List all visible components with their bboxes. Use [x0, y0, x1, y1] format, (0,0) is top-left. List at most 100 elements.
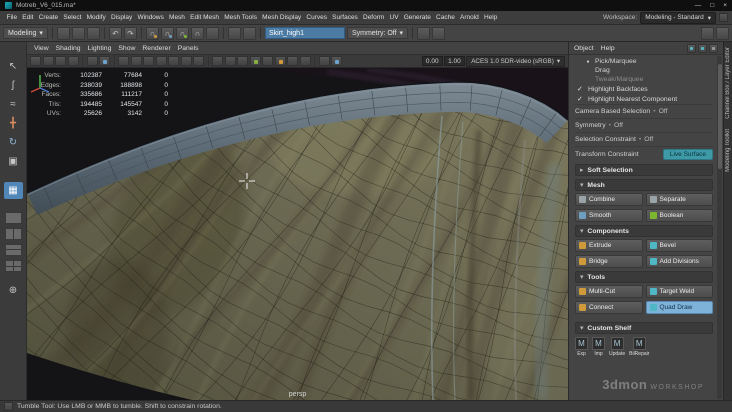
menu-windows[interactable]: Windows — [135, 14, 167, 21]
menu-file[interactable]: File — [4, 14, 20, 21]
menuset-dropdown[interactable]: Modeling ▾ — [3, 27, 48, 39]
live-surface-button[interactable]: Live Surface — [662, 148, 713, 160]
bevel-button[interactable]: Bevel — [645, 239, 713, 252]
symmetry-dropdown[interactable]: Symmetry: Off ▾ — [346, 27, 409, 39]
menu-display[interactable]: Display — [108, 14, 135, 21]
viewport-canvas[interactable]: Verts: 102387 77684 0 Edges: 238039 188898 0 F… — [27, 68, 568, 400]
scrollbar-thumb[interactable] — [717, 64, 722, 169]
edge-mode-icon[interactable] — [698, 43, 707, 53]
mode-pick-marquee[interactable]: ● Pick/Marquee — [575, 57, 713, 66]
paint-select-tool-icon[interactable]: ≈ — [4, 96, 23, 113]
extrude-button[interactable]: Extrude — [575, 239, 643, 252]
shadows-icon[interactable] — [262, 56, 273, 66]
quick-selection-field[interactable]: Skirt_high1 — [264, 27, 345, 39]
panel-menu-view[interactable]: View — [31, 45, 52, 52]
toolkit-scrollbar[interactable] — [717, 56, 722, 399]
image-plane-icon[interactable] — [86, 56, 98, 66]
isolate-select-icon[interactable] — [318, 56, 330, 66]
symmetry-row[interactable]: Symmetry • Off — [575, 118, 713, 132]
combine-button[interactable]: Combine — [575, 193, 643, 206]
film-gate-icon[interactable] — [130, 56, 142, 66]
close-button[interactable]: × — [723, 2, 727, 9]
mode-drag[interactable]: Drag — [575, 66, 713, 75]
layout-four-pane-button[interactable] — [4, 260, 22, 272]
panel-menu-renderer[interactable]: Renderer — [139, 45, 173, 52]
new-scene-icon[interactable] — [56, 26, 70, 40]
shelf-item-bilrepair[interactable]: M BilRepair — [629, 337, 649, 357]
add-divisions-button[interactable]: Add Divisions — [645, 255, 713, 268]
layout-single-pane-button[interactable] — [4, 212, 22, 224]
exposure-field[interactable]: 0.00 — [421, 56, 443, 66]
section-custom-shelf[interactable]: ▾ Custom Shelf — [575, 322, 713, 334]
xray-display-icon[interactable] — [331, 56, 342, 66]
snap-grid-icon[interactable]: ∩ — [145, 26, 159, 40]
use-all-lights-icon[interactable] — [249, 56, 261, 66]
panel-menu-shading[interactable]: Shading — [53, 45, 84, 52]
quad-draw-button[interactable]: Quad Draw — [645, 301, 713, 314]
mode-tweak-marquee[interactable]: Tweak/Marquee — [575, 75, 713, 84]
bridge-button[interactable]: Bridge — [575, 255, 643, 268]
shaded-mode-icon[interactable] — [224, 56, 236, 66]
menu-curves[interactable]: Curves — [304, 14, 330, 21]
safe-action-icon[interactable] — [180, 56, 192, 66]
menu-arnold[interactable]: Arnold — [457, 14, 481, 21]
make-live-icon[interactable] — [205, 26, 219, 40]
workspace-lock-icon[interactable] — [719, 13, 728, 22]
shelf-item-update[interactable]: M Update — [609, 337, 625, 357]
wireframe-mode-icon[interactable] — [212, 56, 223, 66]
boolean-button[interactable]: Boolean — [645, 209, 713, 222]
section-mesh[interactable]: ▾ Mesh — [575, 179, 713, 191]
menu-uv[interactable]: UV — [387, 14, 401, 21]
menu-create[interactable]: Create — [36, 14, 61, 21]
zoom-tool-icon[interactable]: ⊕ — [4, 282, 23, 299]
xray-icon[interactable] — [432, 26, 446, 40]
menu-mesh[interactable]: Mesh — [166, 14, 187, 21]
menu-mesh-tools[interactable]: Mesh Tools — [222, 14, 260, 21]
redo-icon[interactable]: ↷ — [123, 26, 137, 40]
menu-help[interactable]: Help — [481, 14, 500, 21]
motion-blur-icon[interactable] — [287, 56, 298, 66]
select-camera-icon[interactable] — [30, 56, 41, 66]
workspace-selector[interactable]: Modeling - Standard ▾ — [640, 11, 716, 24]
multi-cut-button[interactable]: Multi-Cut — [575, 285, 643, 298]
textured-mode-icon[interactable] — [237, 56, 248, 66]
highlight-selection-icon[interactable] — [417, 26, 431, 40]
lasso-tool-icon[interactable]: ʃ — [4, 77, 23, 94]
gate-mask-icon[interactable] — [155, 56, 167, 66]
menu-modify[interactable]: Modify — [84, 14, 108, 21]
options-icon[interactable] — [716, 26, 729, 40]
move-tool-icon[interactable]: ╋ — [4, 115, 23, 132]
rotate-tool-icon[interactable]: ↻ — [4, 134, 23, 151]
checkbox-highlight-nearest-component[interactable]: ✓ Highlight Nearest Component — [575, 94, 713, 104]
menu-mesh-display[interactable]: Mesh Display — [260, 14, 304, 21]
ambient-occlusion-icon[interactable] — [274, 56, 286, 66]
bookmarks-icon[interactable] — [67, 56, 79, 66]
save-scene-icon[interactable] — [86, 26, 100, 40]
vertex-mode-icon[interactable] — [687, 43, 696, 53]
resolution-gate-icon[interactable] — [143, 56, 154, 66]
menu-select[interactable]: Select — [61, 14, 84, 21]
separate-button[interactable]: Separate — [645, 193, 713, 206]
menu-edit[interactable]: Edit — [20, 14, 36, 21]
side-tab-channel-box[interactable]: Channel Box / Layer Editor — [725, 47, 731, 119]
connect-button[interactable]: Connect — [575, 301, 643, 314]
toolkit-menu-object[interactable]: Object — [574, 45, 594, 52]
layout-two-pane-button[interactable] — [4, 228, 22, 240]
menu-generate[interactable]: Generate — [401, 14, 433, 21]
multisampling-icon[interactable] — [299, 56, 311, 66]
minimize-button[interactable]: — — [695, 2, 702, 9]
sculpt-icon[interactable] — [701, 26, 714, 40]
section-tools[interactable]: ▾ Tools — [575, 271, 713, 283]
two-d-pan-zoom-icon[interactable] — [99, 56, 110, 66]
field-chart-icon[interactable] — [168, 56, 179, 66]
checkbox-highlight-backfaces[interactable]: ✓ Highlight Backfaces — [575, 84, 713, 94]
select-tool-icon[interactable]: ↖ — [4, 58, 23, 75]
snap-point-icon[interactable]: ∩ — [175, 26, 189, 40]
maximize-button[interactable]: □ — [710, 2, 714, 9]
panel-menu-lighting[interactable]: Lighting — [85, 45, 115, 52]
section-soft-selection[interactable]: ▸ Soft Selection — [575, 164, 713, 176]
snap-plane-icon[interactable]: ∩ — [190, 26, 204, 40]
smooth-button[interactable]: Smooth — [575, 209, 643, 222]
safe-title-icon[interactable] — [193, 56, 204, 66]
snap-curve-icon[interactable]: ∩ — [160, 26, 174, 40]
